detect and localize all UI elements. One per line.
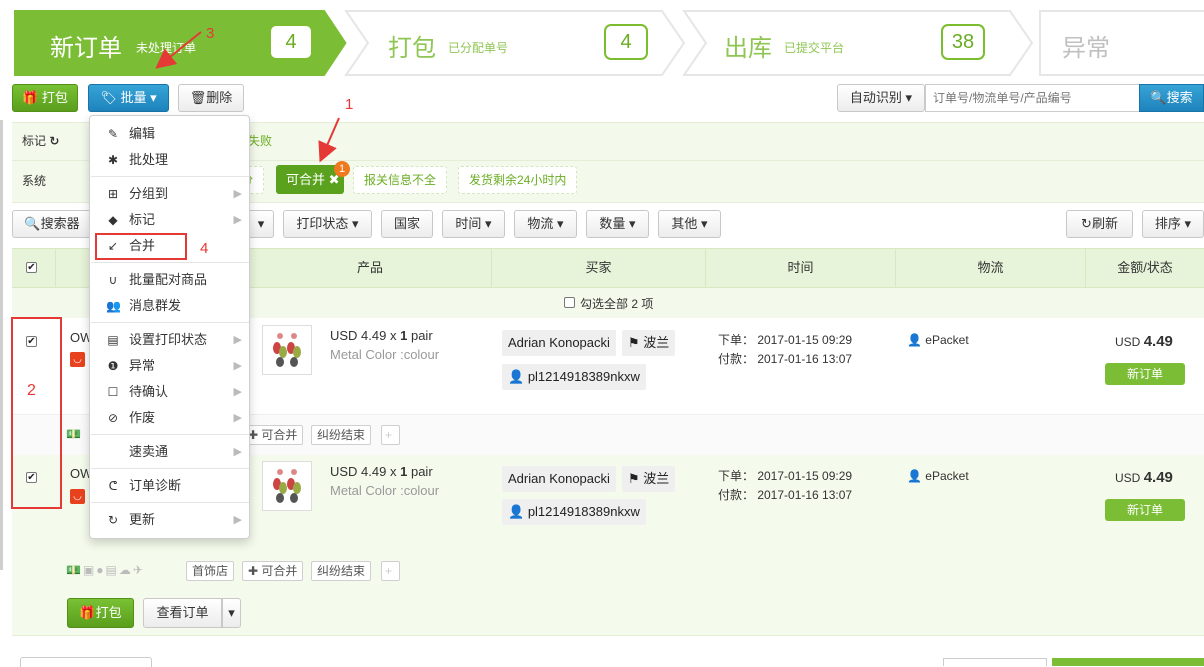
annotation-arrow-3 [155,31,202,69]
annotation-arrows [155,31,340,163]
annotation-arrow-1 [318,117,340,163]
